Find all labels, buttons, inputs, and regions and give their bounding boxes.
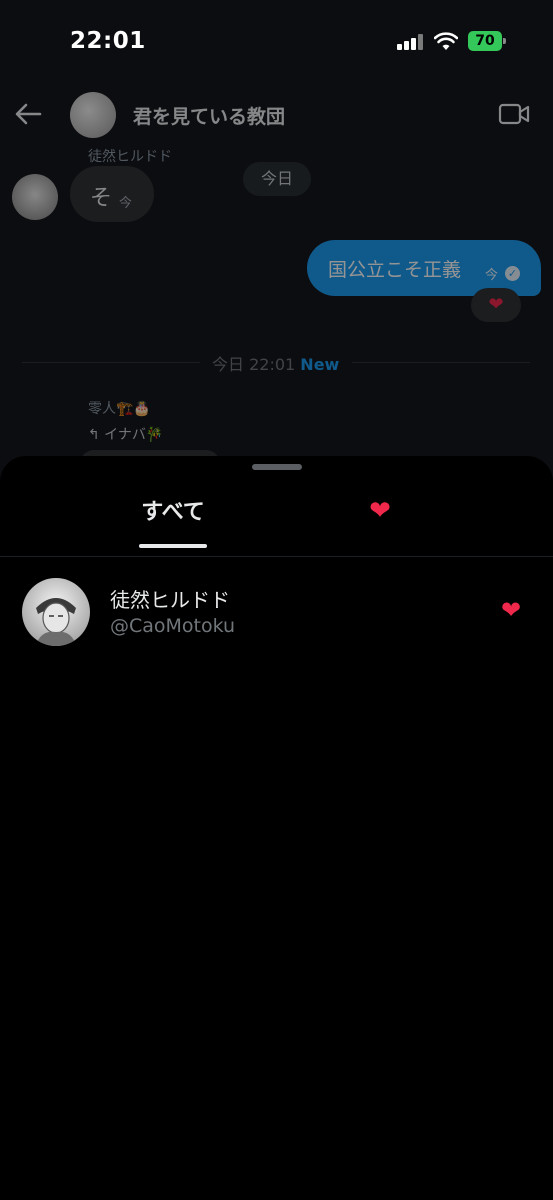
- user-display-name: 徒然ヒルドド: [110, 588, 230, 612]
- selected-tab-indicator: [139, 544, 207, 548]
- message-reaction[interactable]: ❤: [471, 288, 521, 322]
- reaction-user-row[interactable]: 徒然ヒルドド @CaoMotoku ❤: [0, 574, 553, 650]
- group-avatar[interactable]: [70, 92, 116, 138]
- heart-reaction-icon: ❤: [501, 596, 522, 624]
- message-text: そ: [90, 186, 113, 211]
- status-time: 22:01: [70, 28, 146, 54]
- new-marker-timestamp: 今日 22:01: [212, 355, 296, 374]
- reply-quote: ↰ イナバ🎋: [88, 427, 164, 443]
- cellular-signal-icon: [397, 34, 425, 50]
- sender-name: 徒然ヒルドド: [88, 149, 172, 165]
- tab-heart[interactable]: ❤: [338, 478, 422, 556]
- date-pill: 今日: [243, 162, 311, 196]
- status-bar: 22:01 70: [0, 0, 553, 80]
- wifi-icon: [434, 32, 458, 50]
- received-message-bubble[interactable]: そ 今: [70, 166, 154, 222]
- reply-sender-name: 零人🏗️🎂: [88, 401, 151, 417]
- message-time: 今: [119, 196, 133, 211]
- user-avatar[interactable]: [22, 578, 90, 646]
- heart-icon: ❤: [369, 496, 391, 526]
- message-time: 今: [485, 268, 499, 283]
- video-call-icon[interactable]: [498, 102, 530, 126]
- sheet-drag-handle[interactable]: [252, 464, 302, 470]
- battery-icon: 70: [468, 31, 506, 51]
- battery-level: 70: [468, 31, 502, 51]
- avatar-illustration: [36, 598, 76, 646]
- message-text: 国公立こそ正義: [328, 259, 462, 281]
- user-handle: @CaoMotoku: [110, 615, 236, 637]
- new-divider-right: [352, 362, 530, 363]
- sender-avatar[interactable]: [12, 174, 58, 220]
- tab-all-label: すべて: [141, 500, 205, 525]
- reaction-tabs: すべて ❤: [0, 478, 553, 557]
- group-title[interactable]: 君を見ている教団: [133, 102, 285, 129]
- reactions-sheet: すべて ❤ 徒然ヒルドド @CaoMotoku ❤: [0, 456, 553, 1200]
- new-marker-label: New: [300, 355, 340, 374]
- chat-header: 君を見ている教団: [0, 84, 553, 148]
- sent-check-icon: ✓: [505, 266, 520, 281]
- new-messages-marker: 今日 22:01 New: [212, 351, 339, 375]
- back-arrow-icon[interactable]: [14, 102, 42, 126]
- new-divider-left: [22, 362, 200, 363]
